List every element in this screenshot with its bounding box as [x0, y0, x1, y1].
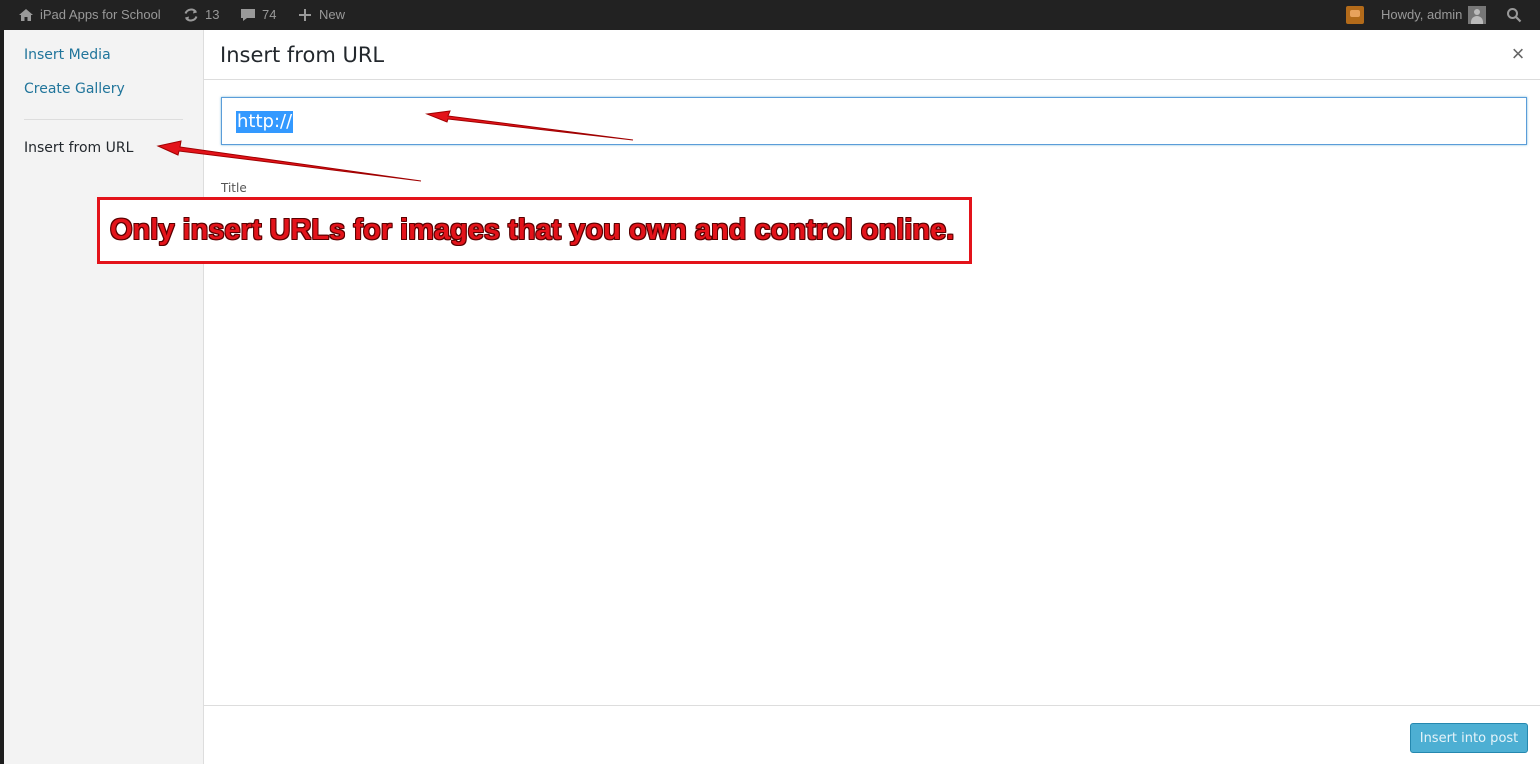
updates-count: 13 — [205, 7, 220, 22]
media-modal: Insert Media Create Gallery Insert from … — [4, 30, 1540, 764]
search-button[interactable] — [1506, 0, 1522, 30]
home-icon — [19, 9, 33, 21]
greeting-label: Howdy, admin — [1381, 7, 1463, 22]
menu-separator — [24, 119, 183, 120]
close-icon: × — [1511, 41, 1525, 66]
updates-link[interactable]: 13 — [183, 0, 219, 30]
comment-icon — [241, 9, 255, 21]
menu-item-insert-from-url[interactable]: Insert from URL — [24, 140, 133, 156]
new-label: New — [319, 7, 346, 22]
new-content-link[interactable]: New — [297, 0, 345, 30]
title-divider — [204, 79, 1540, 80]
search-icon — [1507, 8, 1522, 23]
annotation-callout: Only insert URLs for images that you own… — [97, 197, 972, 264]
page-title: Insert from URL — [220, 43, 385, 67]
site-name-label: iPad Apps for School — [40, 7, 161, 22]
plus-icon — [299, 9, 311, 21]
close-button[interactable]: × — [1506, 42, 1530, 66]
my-account-link[interactable]: Howdy, admin — [1381, 0, 1487, 30]
site-name-link[interactable]: iPad Apps for School — [18, 0, 161, 30]
refresh-icon — [184, 8, 198, 22]
toolbar-divider — [204, 705, 1540, 706]
url-input-selected-text[interactable]: http:// — [236, 111, 294, 133]
notification-icon — [1346, 6, 1364, 24]
avatar — [1468, 6, 1487, 24]
comments-count: 74 — [262, 7, 277, 22]
title-label: Title — [221, 181, 247, 195]
annotation-text: Only insert URLs for images that you own… — [110, 214, 955, 246]
notification-avatar[interactable] — [1346, 0, 1364, 30]
admin-bar: iPad Apps for School 13 74 New Howdy, ad… — [0, 0, 1540, 30]
url-field[interactable]: http:// — [221, 97, 1527, 145]
insert-into-post-button[interactable]: Insert into post — [1410, 723, 1528, 753]
comments-link[interactable]: 74 — [240, 0, 276, 30]
menu-item-insert-media[interactable]: Insert Media — [24, 47, 111, 63]
media-menu: Insert Media Create Gallery Insert from … — [4, 30, 204, 764]
menu-item-create-gallery[interactable]: Create Gallery — [24, 81, 125, 97]
